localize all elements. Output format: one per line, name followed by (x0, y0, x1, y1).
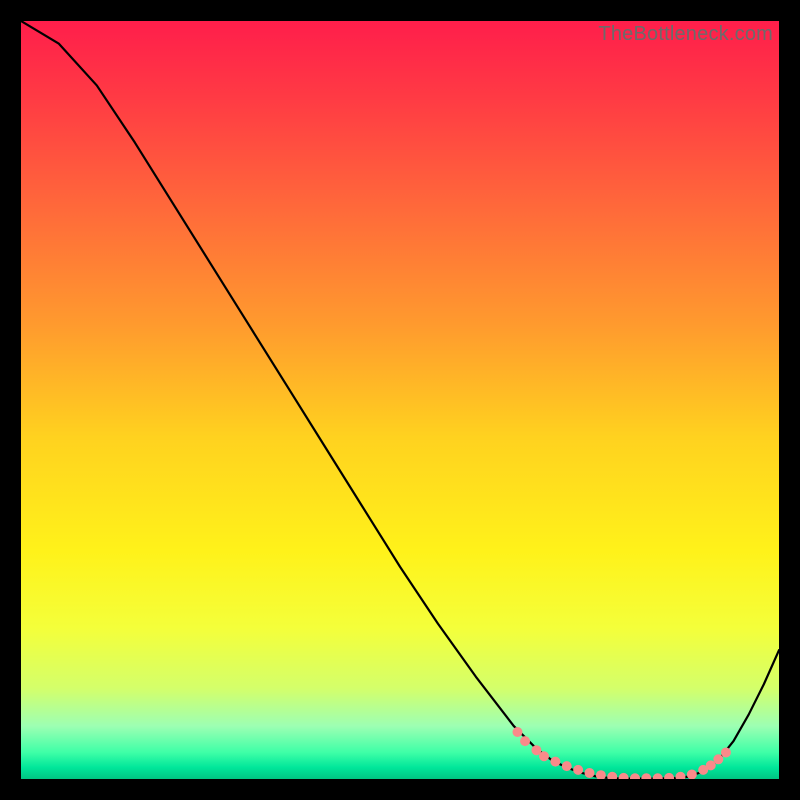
curve-marker (562, 761, 572, 771)
curve-marker (520, 736, 530, 746)
chart-frame: TheBottleneck.com (21, 21, 779, 779)
curve-marker (585, 768, 595, 778)
curve-marker (713, 754, 723, 764)
curve-marker (550, 757, 560, 767)
watermark-text: TheBottleneck.com (598, 23, 773, 46)
curve-marker (539, 751, 549, 761)
curve-marker (573, 765, 583, 775)
curve-marker (512, 727, 522, 737)
curve-marker (721, 747, 731, 757)
curve-marker (687, 769, 697, 779)
chart-background (21, 21, 779, 779)
chart-svg (21, 21, 779, 779)
